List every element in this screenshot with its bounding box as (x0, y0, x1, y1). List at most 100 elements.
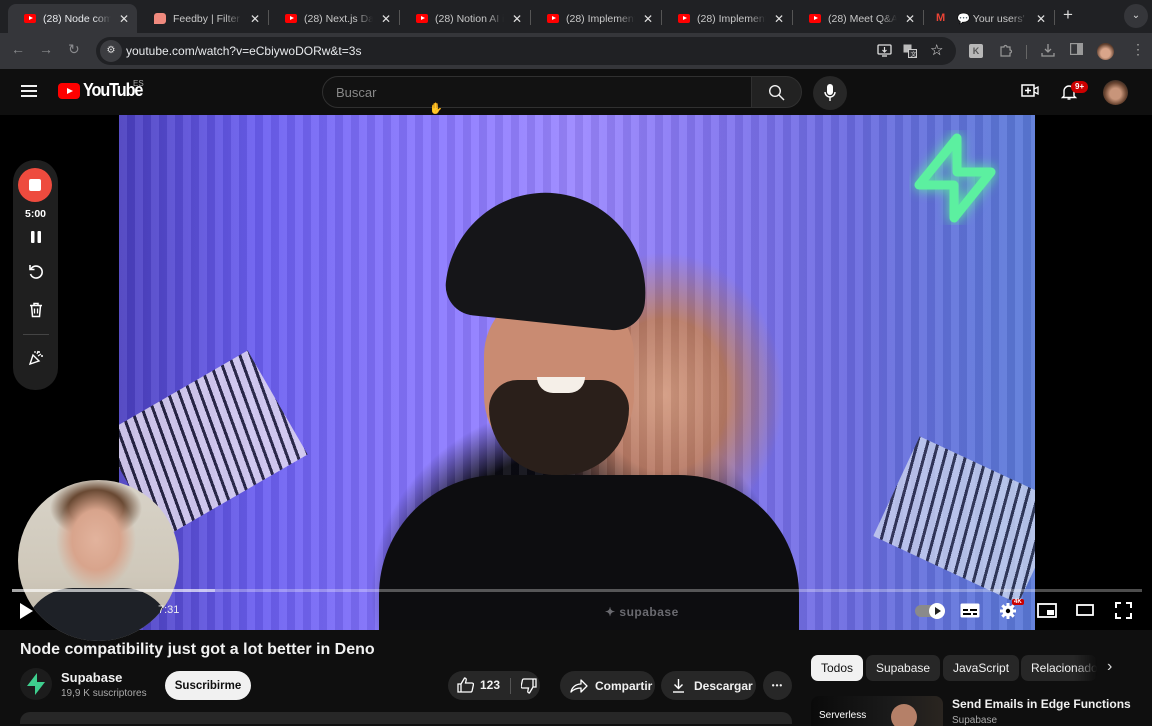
tab-title: 💬 Your users' f (957, 13, 1028, 25)
close-tab-icon[interactable]: ✕ (1036, 12, 1046, 26)
more-actions-button[interactable]: ••• (763, 671, 792, 700)
extensions-puzzle-icon[interactable] (999, 43, 1013, 60)
description-box[interactable] (20, 712, 792, 724)
search-input[interactable] (336, 85, 726, 100)
chip-relacionados[interactable]: Relacionados (1021, 655, 1097, 681)
browser-tab-strip: (28) Node compatibility ✕ Feedby | Filte… (0, 0, 1152, 33)
video-frame[interactable]: ✦ supabase (119, 115, 1035, 630)
close-tab-icon[interactable]: ✕ (119, 12, 129, 26)
create-video-icon[interactable] (1021, 83, 1039, 99)
tab-title: (28) Implement (566, 12, 635, 25)
recommended-thumbnail[interactable]: Serverless (811, 696, 943, 726)
restart-recording-button[interactable] (13, 264, 58, 284)
close-tab-icon[interactable]: ✕ (512, 12, 522, 26)
forward-arrow-icon[interactable]: → (39, 41, 53, 57)
install-app-icon[interactable] (877, 44, 892, 60)
close-tab-icon[interactable]: ✕ (250, 12, 260, 26)
chip-supabase[interactable]: Supabase (866, 655, 941, 681)
url-text[interactable]: youtube.com/watch?v=eCbiywoDORw&t=3s (126, 44, 361, 58)
close-tab-icon[interactable]: ✕ (643, 12, 653, 26)
translate-icon[interactable]: 文 (903, 44, 917, 61)
progress-buffered (12, 589, 216, 592)
watermark-text: supabase (619, 605, 679, 619)
site-settings-icon[interactable]: ⚙ (100, 40, 122, 62)
chevron-right-icon[interactable]: › (1107, 658, 1112, 676)
chip-javascript[interactable]: JavaScript (943, 655, 1020, 681)
browser-tab[interactable]: M 💬 Your users' f ✕ (924, 4, 1054, 33)
miniplayer-icon[interactable] (1037, 603, 1057, 618)
stop-recording-button[interactable] (18, 168, 52, 202)
share-arrow-icon (570, 678, 588, 693)
fullscreen-icon[interactable] (1115, 602, 1132, 619)
download-button[interactable]: Descargar (661, 671, 756, 700)
recommended-channel[interactable]: Supabase (952, 715, 997, 726)
channel-avatar[interactable] (20, 668, 52, 700)
browser-tab[interactable]: (28) Meet Q&A: ✕ (793, 4, 923, 33)
close-tab-icon[interactable]: ✕ (905, 12, 915, 26)
browser-tab[interactable]: (28) Node compatibility ✕ (8, 4, 137, 33)
share-button[interactable]: Compartir (560, 671, 655, 700)
back-arrow-icon[interactable]: ← (11, 41, 25, 57)
pause-recording-button[interactable] (13, 230, 58, 247)
hamburger-menu-icon[interactable] (21, 85, 37, 97)
effects-button[interactable] (13, 350, 58, 370)
subtitles-icon[interactable] (960, 603, 980, 618)
recommended-title[interactable]: Send Emails in Edge Functions (952, 697, 1131, 711)
new-tab-button[interactable]: + (1063, 5, 1073, 25)
search-button[interactable] (751, 76, 802, 108)
close-tab-icon[interactable]: ✕ (381, 12, 391, 26)
chrome-menu-icon[interactable]: ⋮ (1131, 41, 1145, 58)
downloads-icon[interactable] (1041, 43, 1055, 60)
browser-tab[interactable]: (28) Implement ✕ (662, 4, 792, 33)
browser-tab[interactable]: (28) Next.js Data ✕ (269, 4, 399, 33)
video-title: Node compatibility just got a lot better… (20, 641, 375, 658)
youtube-icon (547, 14, 559, 23)
country-code: ES (133, 79, 144, 88)
close-tab-icon[interactable]: ✕ (774, 12, 784, 26)
webcam-overlay[interactable] (18, 480, 179, 641)
reload-icon[interactable]: ↻ (68, 41, 80, 58)
youtube-logo-icon[interactable] (58, 83, 80, 99)
youtube-icon (285, 14, 297, 23)
channel-name[interactable]: Supabase (61, 670, 122, 685)
youtube-header: YouTube ES 9+ (0, 69, 1152, 115)
video-watermark: ✦ supabase (605, 605, 679, 619)
neon-supabase-logo-icon (914, 133, 996, 223)
time-display: 7:31 (158, 604, 180, 616)
address-bar[interactable]: ⚙ youtube.com/watch?v=eCbiywoDORw&t=3s 文… (96, 37, 956, 65)
chrome-profile-avatar[interactable] (1097, 43, 1114, 60)
like-button[interactable] (457, 677, 475, 696)
play-button[interactable] (20, 603, 33, 619)
like-dislike-group: 123 (448, 671, 540, 700)
youtube-icon (24, 14, 36, 23)
recording-timer: 5:00 (24, 208, 46, 220)
dislike-button[interactable] (520, 678, 537, 697)
chip-todos[interactable]: Todos (811, 655, 864, 681)
subscribe-button[interactable]: Suscribirme (165, 671, 251, 700)
trash-icon (29, 302, 42, 318)
supabase-logo-icon (27, 673, 45, 695)
side-panel-icon[interactable] (1070, 43, 1084, 58)
party-popper-icon (28, 350, 43, 366)
extension-k-icon[interactable]: K (969, 44, 983, 58)
tab-title: (28) Meet Q&A: (828, 12, 897, 25)
youtube-account-avatar[interactable] (1103, 80, 1128, 105)
thumbs-down-icon (520, 678, 537, 694)
theater-mode-icon[interactable] (1076, 604, 1094, 616)
voice-search-button[interactable] (813, 76, 847, 110)
tab-search-button[interactable]: ⌄ (1124, 4, 1148, 28)
webcam-person (23, 588, 173, 641)
toolbar-separator (1026, 45, 1027, 59)
subscriber-count: 19,9 K suscriptores (61, 688, 147, 699)
youtube-icon (809, 14, 821, 23)
browser-tab[interactable]: (28) Implement ✕ (531, 4, 661, 33)
youtube-icon (416, 14, 428, 23)
autoplay-toggle[interactable] (915, 603, 945, 619)
tab-title: (28) Next.js Data (304, 12, 373, 25)
bookmark-star-icon[interactable]: ☆ (930, 41, 943, 59)
browser-tab[interactable]: Feedby | Filter user ✕ (138, 4, 268, 33)
delete-recording-button[interactable] (13, 302, 58, 322)
video-progress-bar[interactable] (12, 589, 1142, 592)
tab-title: (28) Node compatibility (43, 12, 111, 25)
browser-tab[interactable]: (28) Notion AI is ✕ (400, 4, 530, 33)
